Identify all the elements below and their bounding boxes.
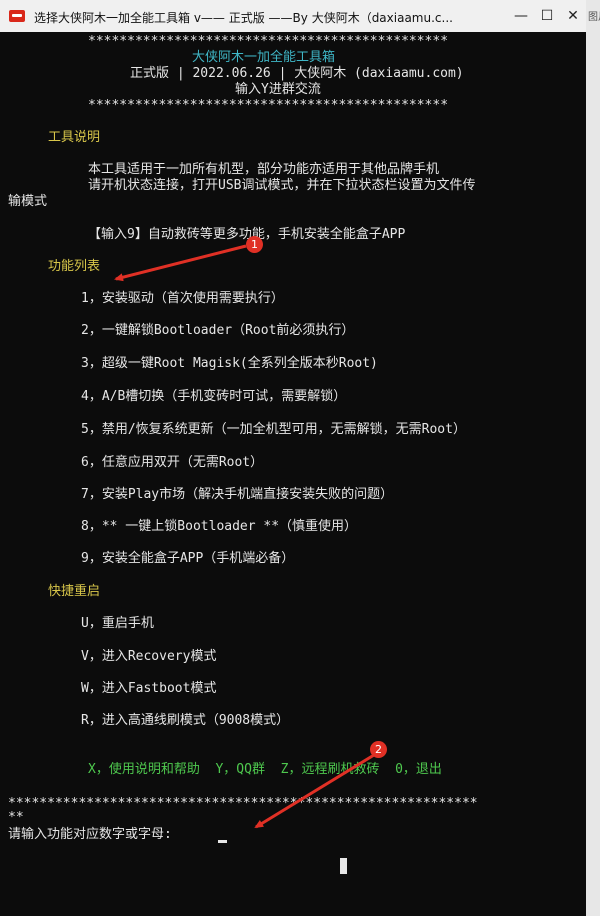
annotation-arrows	[114, 244, 375, 829]
annotation-marker-2: 2	[370, 741, 387, 758]
background-window-strip: 图片 · 径浏	[586, 0, 600, 916]
background-window-text: 图片 · 径浏	[588, 12, 600, 23]
console-window: 选择大侠阿木一加全能工具箱 v—— 正式版 ——By 大侠阿木（daxiaamu…	[0, 0, 587, 916]
annotation-arrow-1	[114, 244, 247, 282]
annotation-marker-1: 1	[246, 236, 263, 253]
annotation-arrow-2	[254, 753, 375, 829]
